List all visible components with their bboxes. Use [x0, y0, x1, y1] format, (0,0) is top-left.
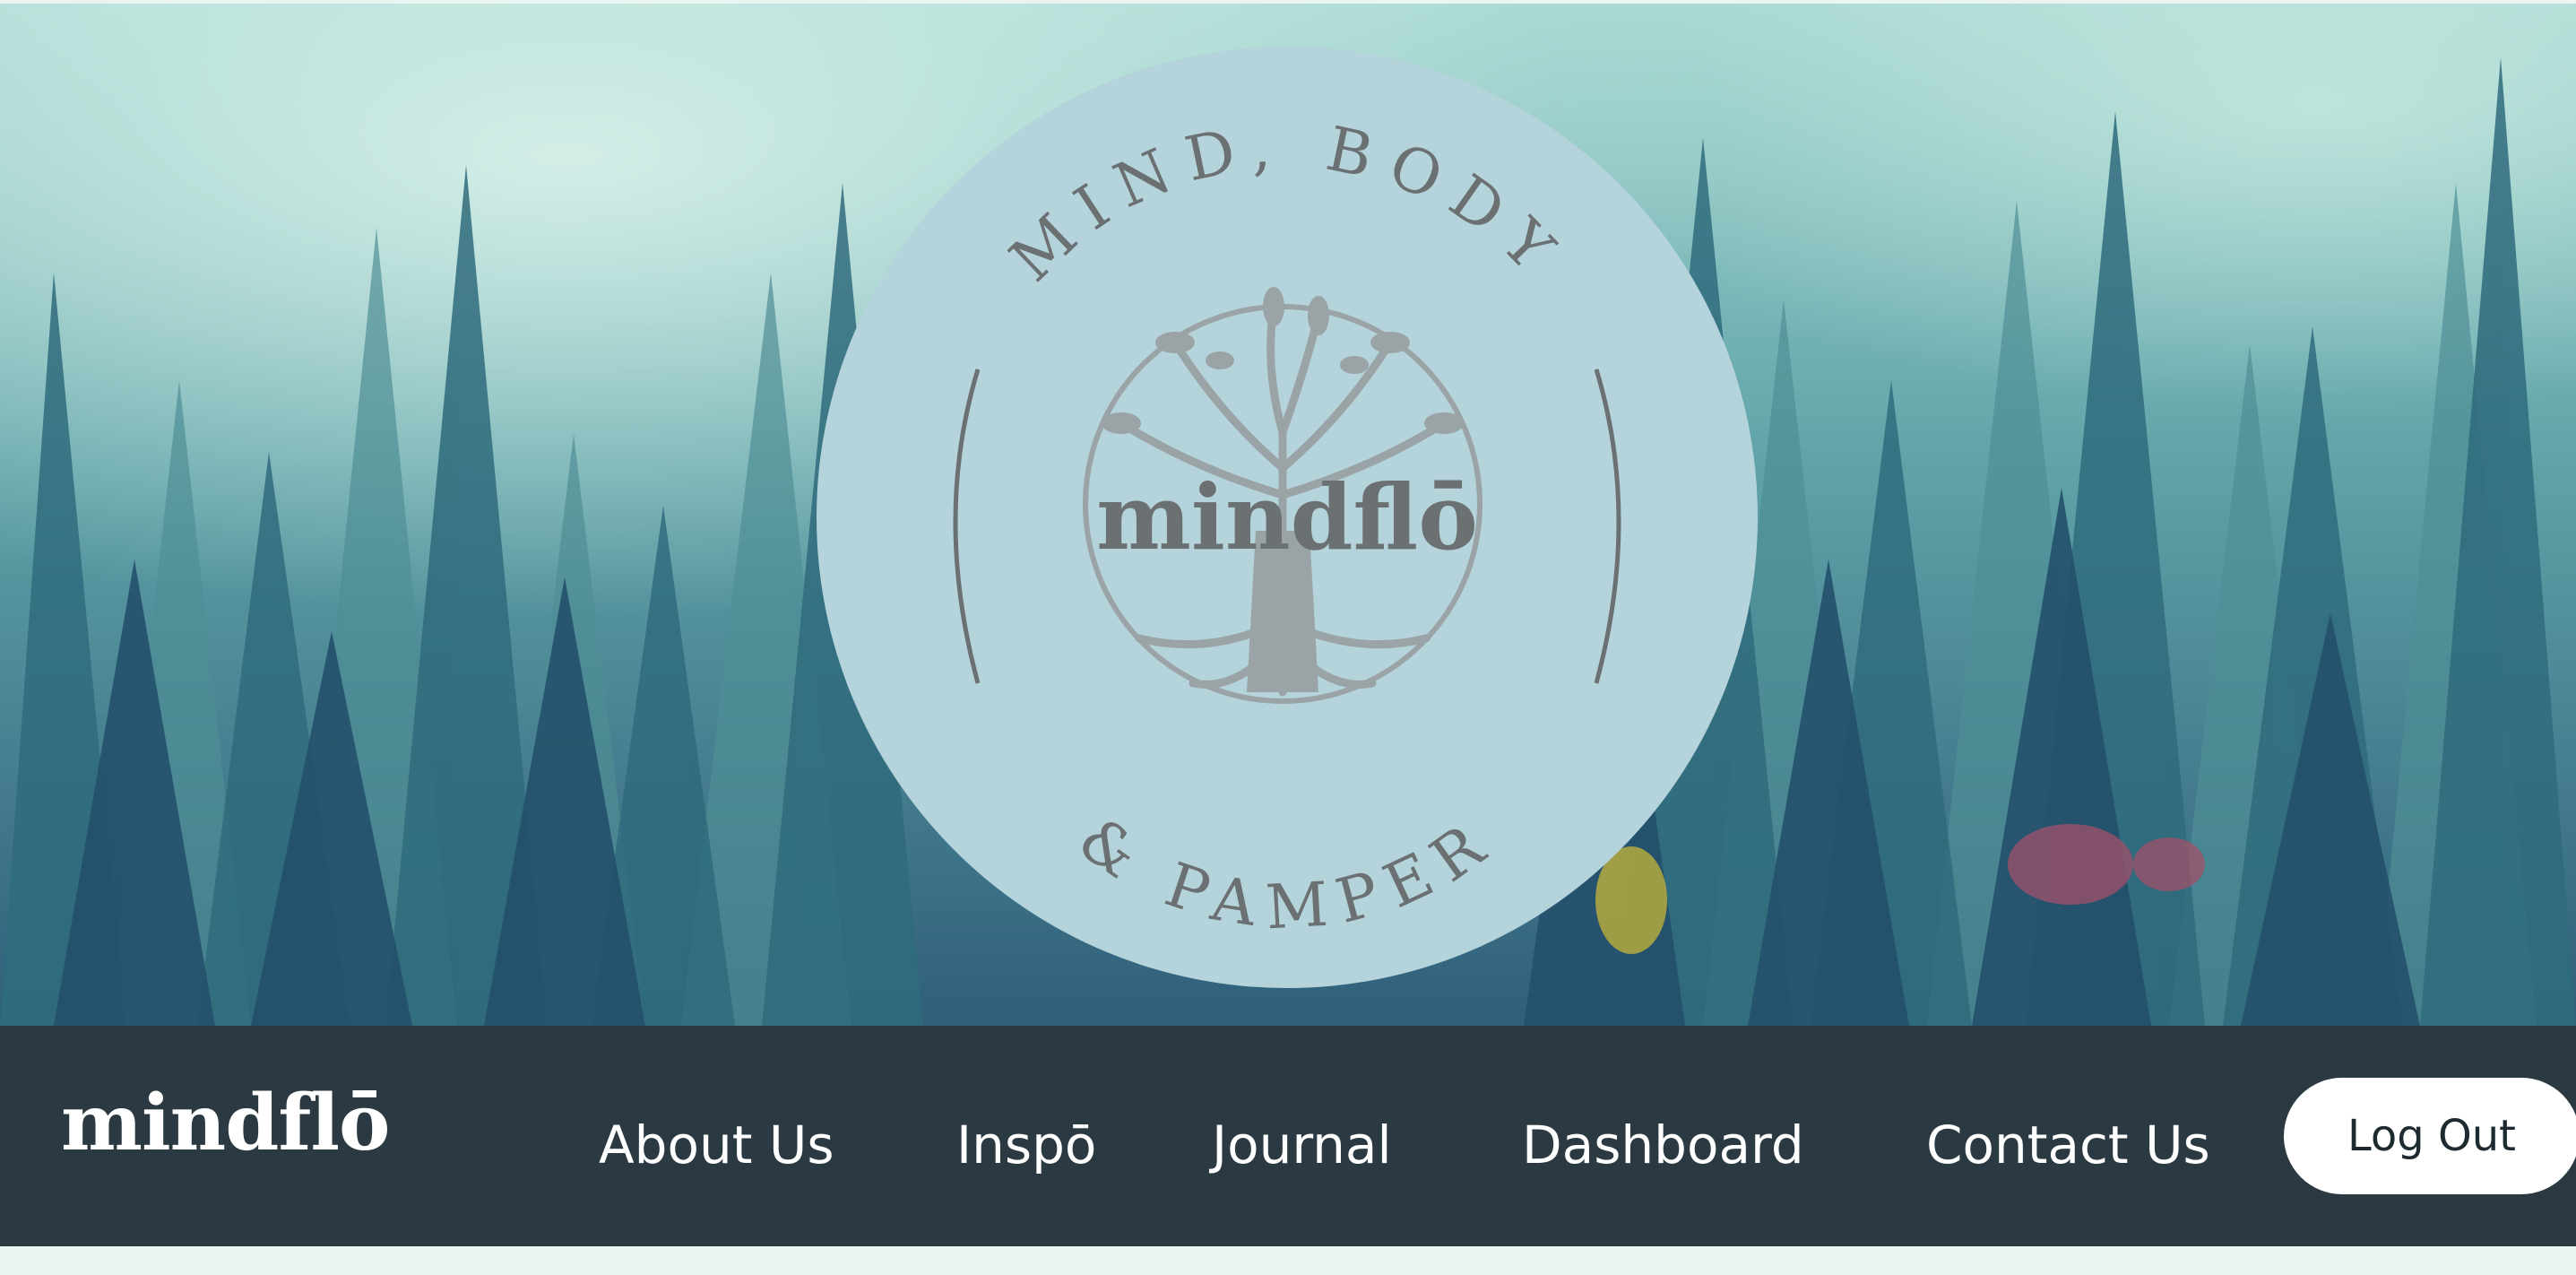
page-content-strip — [0, 1246, 2576, 1275]
nav-links: About Us Inspō Journal Dashboard Contact… — [0, 1026, 2576, 1246]
badge-emblem: MIND, BODY & PAMPER mindflō — [817, 47, 1758, 988]
nav-link-contact-us[interactable]: Contact Us — [1926, 1119, 2210, 1171]
nav-link-journal[interactable]: Journal — [1212, 1119, 1392, 1171]
nav-link-inspo[interactable]: Inspō — [956, 1119, 1096, 1171]
navbar: mindflō About Us Inspō Journal Dashboard… — [0, 1026, 2576, 1246]
brand-badge: MIND, BODY & PAMPER mindflō — [817, 47, 1758, 988]
logout-button[interactable]: Log Out — [2284, 1078, 2576, 1194]
nav-link-dashboard[interactable]: Dashboard — [1522, 1119, 1804, 1171]
nav-link-about-us[interactable]: About Us — [599, 1119, 834, 1171]
hero-banner: MIND, BODY & PAMPER mindflō — [0, 4, 2576, 1026]
badge-center-text: mindflō — [1096, 464, 1478, 570]
